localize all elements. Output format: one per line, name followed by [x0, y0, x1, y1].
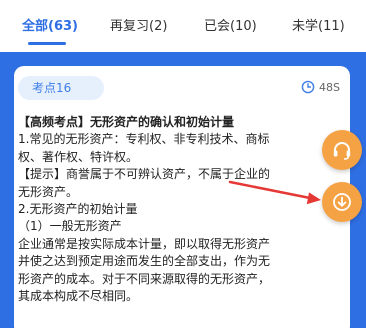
content-line: 权、著作权、特许权。 [18, 149, 139, 164]
tab-all[interactable]: 全部(63) [22, 15, 78, 34]
headset-icon [333, 142, 351, 160]
tab-review-again[interactable]: 再复习(2) [110, 15, 167, 34]
content-line: 【提示】商誉属于不可辨认资产，不属于企业的 [18, 167, 271, 182]
content-heading: 【高频考点】无形资产的确认和初始计量 [18, 115, 235, 129]
content-line: 形资产的成本。对于不同来源取得的无形资产， [18, 271, 271, 286]
content-line: 其成本构成不尽相同。 [18, 289, 139, 304]
tab-not-learned[interactable]: 未学(11) [292, 15, 345, 34]
content-line: 1.常见的无形资产：专利权、非专利技术、商标 [18, 132, 270, 147]
customer-service-button[interactable] [322, 130, 362, 170]
download-button[interactable] [322, 182, 362, 222]
download-icon [333, 193, 351, 211]
timer: 48S [301, 80, 340, 94]
content-line: 企业通常是按实际成本计量，即以取得无形资产 [18, 236, 271, 251]
tab-learned[interactable]: 已会(10) [204, 15, 257, 34]
content-line: 并使之达到预定用途而发生的全部支出，作为无 [18, 254, 271, 269]
topic-badge: 考点16 [18, 76, 104, 100]
card-content: 【高频考点】无形资产的确认和初始计量 1.常见的无形资产：专利权、非专利技术、商… [18, 114, 340, 305]
content-line: （1）一般无形资产 [18, 219, 122, 234]
clock-icon [301, 80, 315, 94]
knowledge-card: 考点16 48S 【高频考点】无形资产的确认和初始计量 1.常见的无形资产：专利… [14, 66, 350, 328]
tab-bar: 全部(63) 再复习(2) 已会(10) 未学(11) [0, 0, 366, 52]
content-line: 无形资产。 [18, 184, 79, 199]
active-tab-indicator [28, 42, 66, 45]
content-line: 2.无形资产的初始计量 [18, 202, 138, 217]
timer-label: 48S [319, 80, 340, 94]
